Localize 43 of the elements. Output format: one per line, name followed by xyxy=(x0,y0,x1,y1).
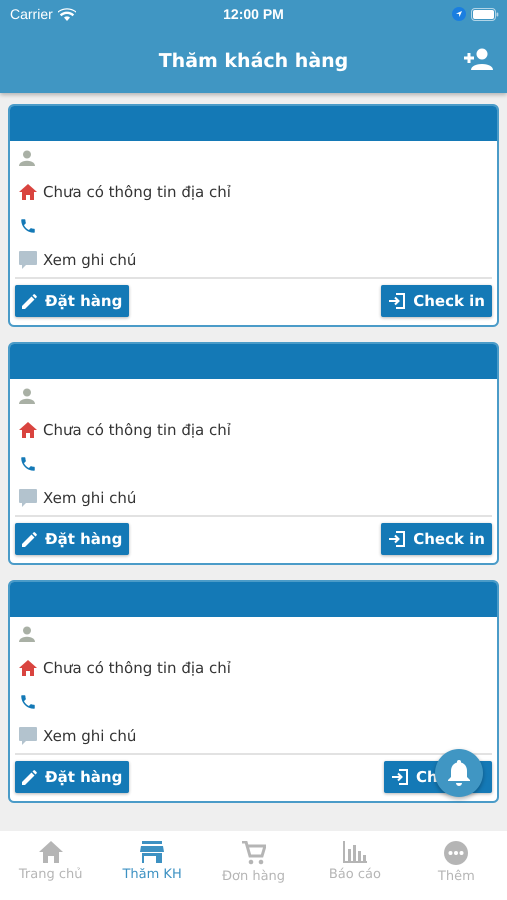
more-icon xyxy=(444,841,468,865)
store-icon xyxy=(140,841,164,863)
address-text: Chưa có thông tin địa chỉ xyxy=(43,421,231,439)
bar-chart-icon xyxy=(342,841,367,863)
add-person-icon[interactable] xyxy=(463,48,493,70)
phone-icon xyxy=(19,455,37,473)
login-icon xyxy=(388,530,406,548)
comment-icon xyxy=(19,251,37,269)
order-button[interactable]: Đặt hàng xyxy=(15,523,130,555)
location-icon xyxy=(452,7,466,21)
pencil-icon xyxy=(22,769,38,785)
person-icon xyxy=(19,150,35,166)
tab-item[interactable]: Thăm KH xyxy=(101,841,203,900)
home-icon xyxy=(19,422,37,438)
check-in-button[interactable]: Check in xyxy=(381,285,492,317)
pencil-icon xyxy=(22,293,38,309)
order-button[interactable]: Đặt hàng xyxy=(15,761,130,793)
order-button[interactable]: Đặt hàng xyxy=(15,285,130,317)
check-in-button[interactable]: Check in xyxy=(381,523,492,555)
login-icon xyxy=(388,292,406,310)
home-icon xyxy=(19,660,37,676)
page-title: Thăm khách hàng xyxy=(158,50,348,72)
comment-icon xyxy=(19,489,37,507)
person-icon xyxy=(19,388,35,404)
home-icon xyxy=(38,841,63,863)
note-link[interactable]: Xem ghi chú xyxy=(43,489,136,507)
bell-icon xyxy=(447,760,471,786)
note-link[interactable]: Xem ghi chú xyxy=(43,251,136,269)
home-icon xyxy=(19,184,37,200)
pencil-icon xyxy=(22,531,38,547)
phone-icon xyxy=(19,217,37,235)
login-icon xyxy=(391,768,409,786)
phone-icon xyxy=(19,693,37,711)
carrier-label: Carrier xyxy=(10,6,53,22)
comment-icon xyxy=(19,727,37,745)
note-link[interactable]: Xem ghi chú xyxy=(43,727,136,745)
person-icon xyxy=(19,626,35,642)
address-text: Chưa có thông tin địa chỉ xyxy=(43,183,231,201)
clock: 12:00 PM xyxy=(223,6,284,22)
cart-icon xyxy=(242,841,266,865)
address-text: Chưa có thông tin địa chỉ xyxy=(43,659,231,677)
battery-icon xyxy=(471,8,499,20)
wifi-icon xyxy=(58,8,76,20)
